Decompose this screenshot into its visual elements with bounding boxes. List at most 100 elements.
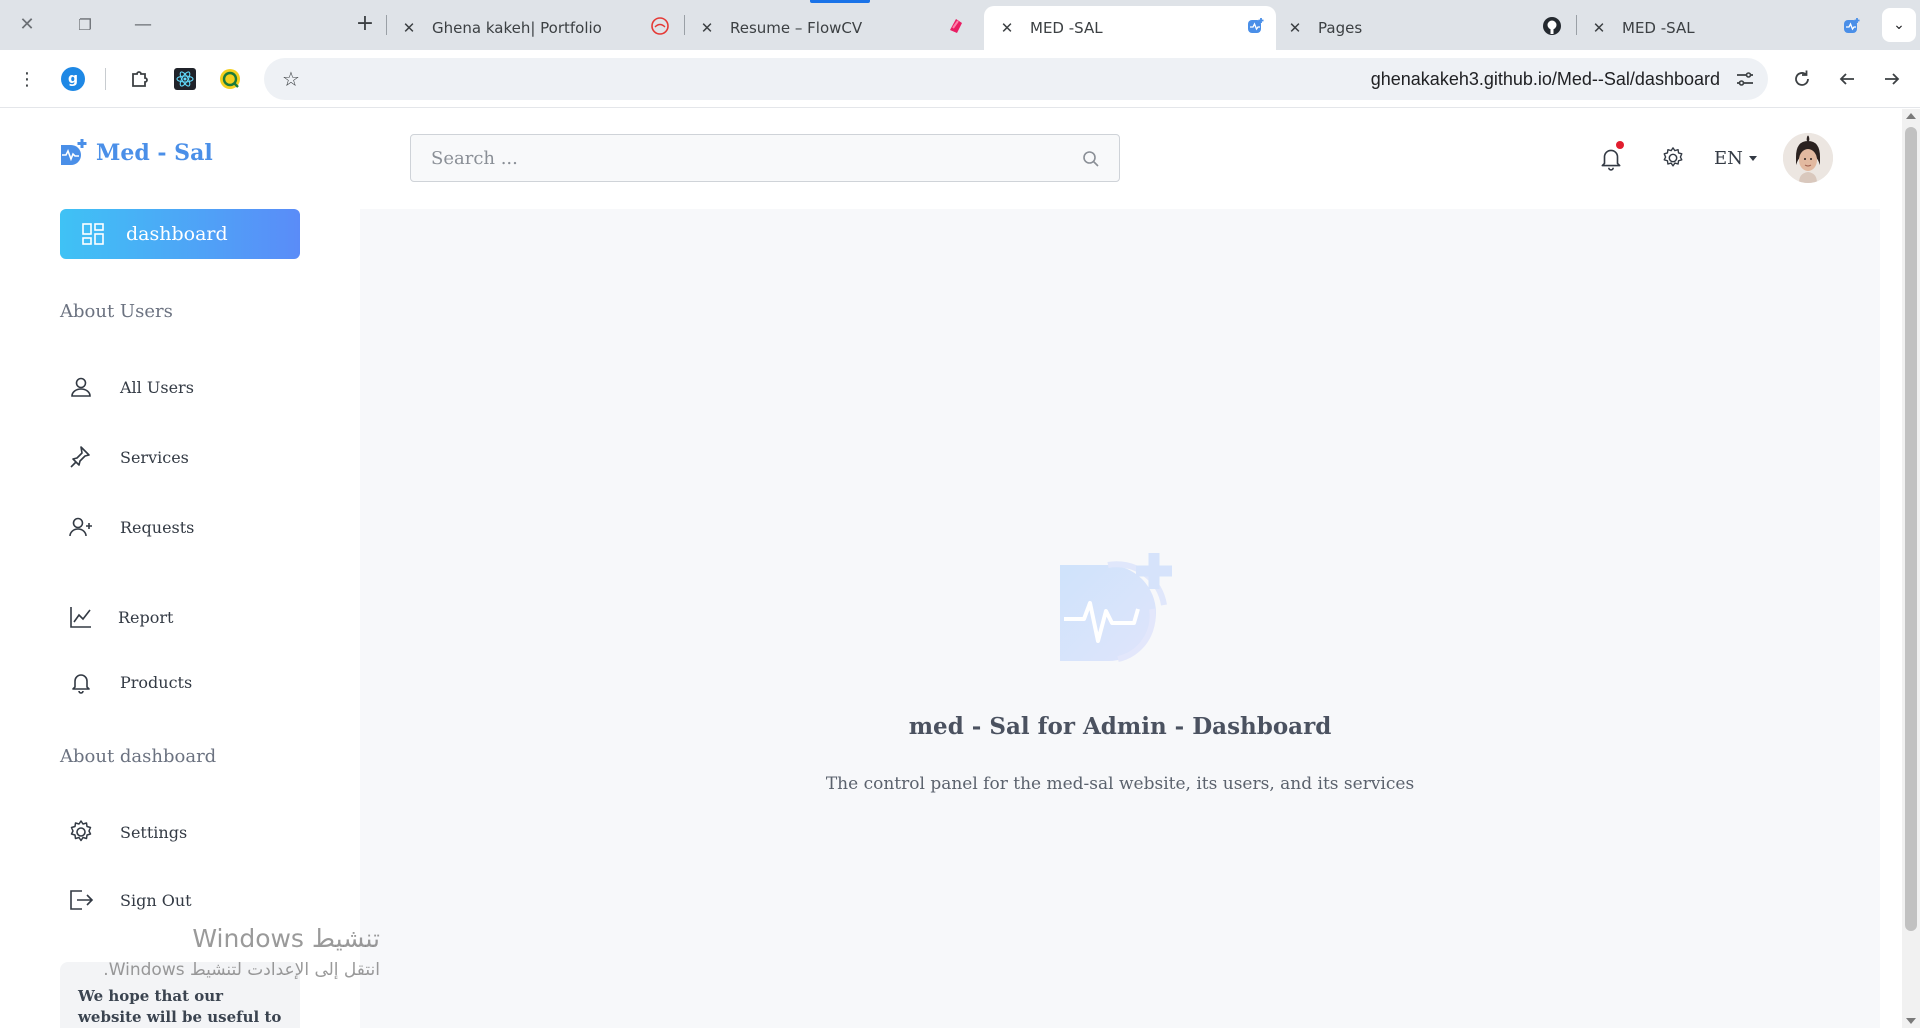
window-close-icon[interactable]: ✕ — [14, 12, 40, 38]
address-bar[interactable]: ☆ ghenakakeh3.github.io/Med--Sal/dashboa… — [264, 58, 1768, 100]
tab-title: MED -SAL — [1622, 19, 1695, 37]
sidebar-item-settings[interactable]: Settings — [68, 812, 187, 852]
tab-portfolio[interactable]: ✕ Ghena kakeh| Portfolio — [398, 6, 678, 50]
profile-button[interactable]: g — [60, 66, 86, 92]
promo-text: We hope that our website will be useful … — [78, 987, 282, 1026]
sidebar-item-label: Products — [120, 672, 193, 692]
browser-toolbar: ⋮ g ☆ ghenakakeh3.github.io/Med--Sal/das… — [0, 50, 1920, 108]
med-sal-hero-logo-icon — [1060, 553, 1172, 662]
activate-windows-hint: انتقل إلى الإعدادت لتنشيط Windows. — [103, 960, 380, 980]
sidebar-item-services[interactable]: Services — [68, 437, 189, 477]
sidebar-item-all-users[interactable]: All Users — [68, 367, 194, 407]
user-avatar-image — [1783, 133, 1833, 183]
search-box — [410, 134, 1120, 182]
sidebar-item-label: Sign Out — [120, 890, 192, 910]
caret-down-icon — [1748, 155, 1757, 161]
sidebar-item-label: Requests — [120, 517, 195, 537]
tab-close-icon[interactable]: ✕ — [996, 19, 1018, 37]
gear-icon — [68, 819, 94, 845]
tab-loading-indicator — [810, 0, 870, 3]
med-sal-favicon — [1248, 18, 1264, 33]
tab-flowcv[interactable]: ✕ Resume – FlowCV — [696, 6, 976, 50]
url-text: ghenakakeh3.github.io/Med--Sal/dashboard — [1370, 69, 1720, 89]
window-minimize-icon[interactable]: — — [130, 12, 156, 38]
dashboard-subtitle: The control panel for the med-sal websit… — [825, 774, 1415, 794]
extensions-puzzle-icon[interactable] — [127, 66, 153, 92]
chart-line-icon — [68, 604, 94, 630]
avatar[interactable] — [1783, 133, 1833, 183]
activate-windows-watermark: تنشيط Windows — [192, 924, 380, 953]
language-label: EN — [1714, 147, 1743, 169]
scrollbar-thumb[interactable] — [1905, 127, 1917, 931]
tab-separator — [386, 15, 387, 35]
section-title-about-users: About Users — [60, 301, 173, 322]
scroll-down-arrow-icon[interactable] — [1906, 1018, 1916, 1024]
bell-icon — [68, 669, 94, 695]
tab-title: Ghena kakeh| Portfolio — [432, 19, 602, 37]
main-content: med - Sal for Admin - Dashboard The cont… — [360, 209, 1880, 1028]
sidebar-item-report[interactable]: Report — [68, 597, 173, 637]
sign-out-icon — [68, 887, 94, 913]
notifications-button[interactable] — [1596, 141, 1626, 173]
med-sal-logo-icon — [61, 139, 87, 165]
tab-close-icon[interactable]: ✕ — [1588, 19, 1610, 37]
sidebar-item-label: All Users — [120, 377, 194, 397]
user-plus-icon — [68, 514, 94, 540]
tab-close-icon[interactable]: ✕ — [398, 19, 420, 37]
sidebar-item-label: Settings — [120, 822, 188, 842]
search-input[interactable] — [411, 135, 1119, 181]
tab-close-icon[interactable]: ✕ — [696, 19, 718, 37]
sidebar-item-dashboard[interactable]: dashboard — [60, 209, 300, 259]
tab-med-sal-active[interactable]: ✕ MED -SAL — [984, 6, 1276, 50]
page-scrollbar[interactable] — [1902, 109, 1920, 1028]
scroll-up-arrow-icon[interactable] — [1906, 113, 1916, 119]
site-settings-icon[interactable] — [1732, 66, 1758, 92]
browser-menu-icon[interactable]: ⋮ — [14, 66, 40, 92]
flowcv-favicon — [950, 19, 962, 33]
back-arrow-icon[interactable] — [1834, 66, 1860, 92]
grid-icon — [82, 223, 104, 245]
settings-button[interactable] — [1658, 143, 1688, 173]
sidebar-item-label: Report — [118, 607, 174, 627]
forward-arrow-icon[interactable] — [1879, 66, 1905, 92]
user-icon — [68, 374, 94, 400]
github-favicon — [1543, 17, 1561, 35]
section-title-about-dashboard: About dashboard — [60, 746, 217, 767]
tab-pages[interactable]: ✕ Pages — [1284, 6, 1574, 50]
tab-title: Resume – FlowCV — [730, 19, 863, 37]
window-restore-icon[interactable]: ❐ — [72, 12, 98, 38]
tab-search-chevron-down-icon[interactable]: ⌄ — [1882, 8, 1916, 42]
sidebar-item-label: dashboard — [126, 223, 228, 245]
sidebar-item-sign-out[interactable]: Sign Out — [68, 880, 192, 920]
tab-title: Pages — [1318, 19, 1363, 37]
profile-avatar: g — [61, 67, 85, 91]
language-selector[interactable]: EN — [1714, 144, 1757, 172]
sidebar: Med - Sal dashboard About Users All User… — [0, 109, 360, 1028]
extension-smiley-icon[interactable] — [217, 66, 243, 92]
toolbar-divider — [105, 68, 106, 90]
sidebar-item-requests[interactable]: Requests — [68, 507, 194, 547]
gear-icon — [1663, 147, 1683, 167]
tab-separator — [1576, 15, 1577, 35]
notification-dot — [1616, 141, 1624, 149]
tab-med-sal-2[interactable]: ✕ MED -SAL — [1588, 6, 1878, 50]
top-header: EN — [360, 109, 1880, 209]
sidebar-item-label: Services — [120, 447, 189, 467]
tab-title: MED -SAL — [1030, 19, 1103, 37]
med-sal-favicon — [1844, 18, 1860, 33]
tab-separator — [684, 15, 685, 35]
brand[interactable]: Med - Sal — [58, 137, 213, 169]
search-icon[interactable] — [1081, 149, 1101, 169]
sidebar-item-products[interactable]: Products — [68, 662, 192, 702]
browser-tab-strip: ✕ ❐ — + ✕ Ghena kakeh| Portfolio ✕ Resum… — [0, 0, 1920, 50]
page-viewport: Med - Sal dashboard About Users All User… — [0, 109, 1920, 1028]
brand-name: Med - Sal — [96, 140, 213, 166]
reload-icon[interactable] — [1789, 66, 1815, 92]
tab-close-icon[interactable]: ✕ — [1284, 19, 1306, 37]
portfolio-favicon — [651, 17, 669, 35]
dashboard-title: med - Sal for Admin - Dashboard — [908, 713, 1332, 740]
new-tab-button[interactable]: + — [352, 12, 378, 38]
react-devtools-icon[interactable] — [172, 66, 198, 92]
bookmark-star-icon[interactable]: ☆ — [278, 66, 304, 92]
pin-icon — [68, 444, 94, 470]
